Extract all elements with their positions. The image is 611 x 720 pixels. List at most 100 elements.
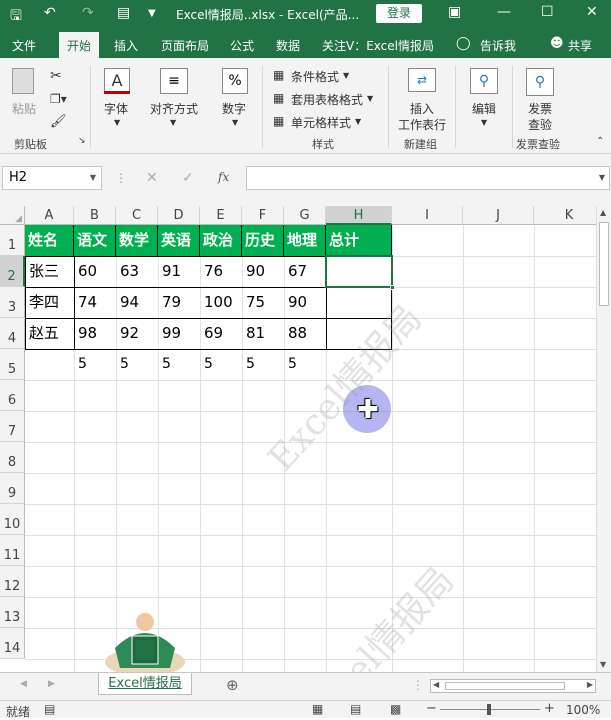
column-header-d[interactable]: D [158, 206, 200, 225]
cell-style-button[interactable]: 单元格样式 [291, 114, 351, 131]
name-box[interactable]: H2 ▼ [2, 166, 102, 190]
row-header-10[interactable]: 10 [0, 504, 25, 535]
header-cell-total[interactable]: 总计 [326, 225, 392, 256]
prev-sheet-icon[interactable]: ◀ [20, 679, 27, 689]
close-icon[interactable]: ✕ [586, 4, 598, 20]
tab-page-layout[interactable]: 页面布局 [161, 37, 209, 54]
tab-formulas[interactable]: 公式 [230, 37, 254, 54]
scroll-up-icon[interactable]: ▲ [600, 208, 606, 217]
table-cell[interactable]: 赵五 [25, 318, 74, 349]
row-header-12[interactable]: 12 [0, 566, 25, 597]
table-cell[interactable]: 100 [200, 287, 242, 318]
insert-row-button[interactable]: 插入 [410, 100, 434, 117]
header-cell-geography[interactable]: 地理 [284, 225, 326, 256]
invoice-button-line2[interactable]: 查验 [528, 116, 552, 133]
zoom-slider-thumb[interactable] [487, 704, 491, 715]
table-cell[interactable]: 5 [74, 349, 116, 380]
row-header-13[interactable]: 13 [0, 597, 25, 628]
scroll-right-icon[interactable]: ▶ [587, 680, 593, 689]
cancel-icon[interactable]: ✕ [146, 170, 158, 186]
cond-format-button[interactable]: 条件格式 [291, 68, 339, 85]
paste-icon[interactable] [12, 68, 34, 94]
table-cell[interactable]: 94 [116, 287, 158, 318]
vertical-scrollbar[interactable]: ▲ ▼ [596, 206, 611, 672]
insert-row-button-line2[interactable]: 工作表行 [398, 116, 446, 133]
normal-view-icon[interactable]: ▦ [312, 702, 323, 716]
row-header-8[interactable]: 8 [0, 442, 25, 473]
cut-icon[interactable]: ✂ [50, 68, 62, 84]
tab-home[interactable]: 开始 [59, 32, 100, 58]
table-cell[interactable]: 90 [242, 256, 284, 287]
zoom-in-icon[interactable]: + [544, 701, 555, 716]
share-button[interactable]: 共享 [568, 37, 592, 54]
table-cell[interactable]: 69 [200, 318, 242, 349]
row-header-14[interactable]: 14 [0, 628, 25, 659]
percent-icon[interactable]: % [222, 68, 248, 94]
font-button[interactable]: 字体 [104, 100, 128, 117]
row-header-1[interactable]: 1 [0, 225, 25, 256]
insert-row-icon[interactable]: ⇄ [408, 68, 436, 92]
horizontal-scrollbar[interactable]: ◀ ▶ [430, 679, 596, 693]
edit-button[interactable]: 编辑 [472, 100, 496, 117]
login-button[interactable]: 登录 [376, 4, 422, 23]
table-cell[interactable]: 99 [158, 318, 200, 349]
column-header-j[interactable]: J [463, 206, 534, 225]
number-button[interactable]: 数字 [222, 100, 246, 117]
align-icon[interactable]: ≡ [160, 68, 188, 94]
font-dropdown-icon[interactable]: ▼ [114, 118, 120, 127]
tab-file[interactable]: 文件 [12, 37, 36, 54]
row-header-3[interactable]: 3 [0, 287, 25, 318]
enter-icon[interactable]: ✓ [182, 170, 194, 186]
table-cell[interactable]: 67 [284, 256, 326, 287]
header-cell-history[interactable]: 历史 [242, 225, 284, 256]
save-icon[interactable]: 🖫 [10, 5, 22, 29]
macro-record-icon[interactable]: ▤ [44, 702, 55, 716]
table-cell[interactable]: 5 [116, 349, 158, 380]
maximize-icon[interactable]: ☐ [541, 4, 554, 20]
format-painter-icon[interactable]: 🖌 [50, 114, 67, 129]
column-header-h[interactable]: H [326, 206, 392, 225]
table-cell[interactable]: 98 [74, 318, 116, 349]
row-header-6[interactable]: 6 [0, 380, 25, 411]
cond-format-dropdown-icon[interactable]: ▼ [343, 71, 349, 80]
scroll-left-icon[interactable]: ◀ [433, 680, 439, 689]
row-header-11[interactable]: 11 [0, 535, 25, 566]
column-header-c[interactable]: C [116, 206, 158, 225]
table-cell[interactable]: 李四 [25, 287, 74, 318]
ribbon-display-icon[interactable]: ▣ [448, 4, 461, 20]
table-cell[interactable]: 5 [158, 349, 200, 380]
tab-follow[interactable]: 关注V：Excel情报局 [322, 37, 434, 54]
selected-cell-h2[interactable] [325, 255, 395, 290]
table-cell[interactable]: 90 [284, 287, 326, 318]
copy-icon[interactable]: ❐▾ [50, 92, 67, 106]
table-cell[interactable]: 91 [158, 256, 200, 287]
tab-data[interactable]: 数据 [276, 37, 300, 54]
column-header-e[interactable]: E [200, 206, 242, 225]
alignment-button[interactable]: 对齐方式 [150, 100, 198, 117]
column-header-a[interactable]: A [25, 206, 74, 225]
row-header-2[interactable]: 2 [0, 256, 25, 287]
column-header-g[interactable]: G [284, 206, 326, 225]
row-header-4[interactable]: 4 [0, 318, 25, 349]
table-cell[interactable]: 81 [242, 318, 284, 349]
search-icon[interactable]: ⚲ [470, 68, 498, 94]
page-break-view-icon[interactable]: ▩ [390, 702, 401, 716]
table-cell[interactable]: 5 [200, 349, 242, 380]
minimize-icon[interactable]: — [497, 4, 511, 20]
zoom-level[interactable]: 100% [566, 703, 600, 717]
column-header-i[interactable]: I [392, 206, 463, 225]
row-header-9[interactable]: 9 [0, 473, 25, 504]
fill-handle[interactable] [390, 285, 395, 290]
add-sheet-icon[interactable]: ⊕ [226, 676, 239, 694]
tab-tell-me[interactable]: 告诉我 [480, 37, 516, 54]
hscroll-thumb[interactable] [445, 682, 565, 690]
paste-button[interactable]: 粘贴 [12, 100, 36, 117]
table-cell[interactable]: 63 [116, 256, 158, 287]
name-box-dropdown-icon[interactable]: ▼ [90, 173, 96, 182]
zoom-out-icon[interactable]: − [426, 701, 437, 716]
next-sheet-icon[interactable]: ▶ [48, 679, 55, 689]
table-cell[interactable]: 5 [242, 349, 284, 380]
cell-style-dropdown-icon[interactable]: ▼ [355, 117, 361, 126]
header-cell-math[interactable]: 数学 [116, 225, 158, 256]
page-layout-view-icon[interactable]: ▤ [350, 702, 361, 716]
